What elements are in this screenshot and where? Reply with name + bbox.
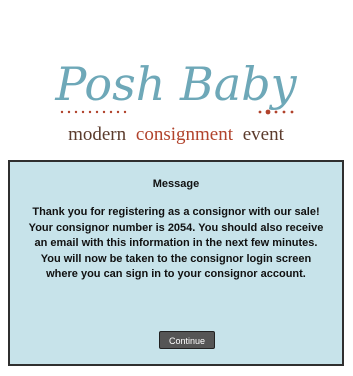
svg-text:modern consignment: modern consignment event [68,124,285,145]
logo-graphic: Posh Baby modern consignment event [54,57,297,145]
logo-tag-event: event [243,124,285,145]
message-dialog: Message Thank you for registering as a c… [8,160,344,366]
dialog-title: Message [152,178,200,190]
dialog-message: Thank you for registering as a consignor… [28,206,324,281]
logo-tag-modern: modern [68,124,127,145]
posh-baby-logo: Posh Baby modern consignment event [0,0,353,150]
continue-button[interactable]: Continue [159,331,215,349]
logo-script-text: Posh Baby [54,57,297,111]
logo-tag-consignment: consignment [136,124,234,145]
